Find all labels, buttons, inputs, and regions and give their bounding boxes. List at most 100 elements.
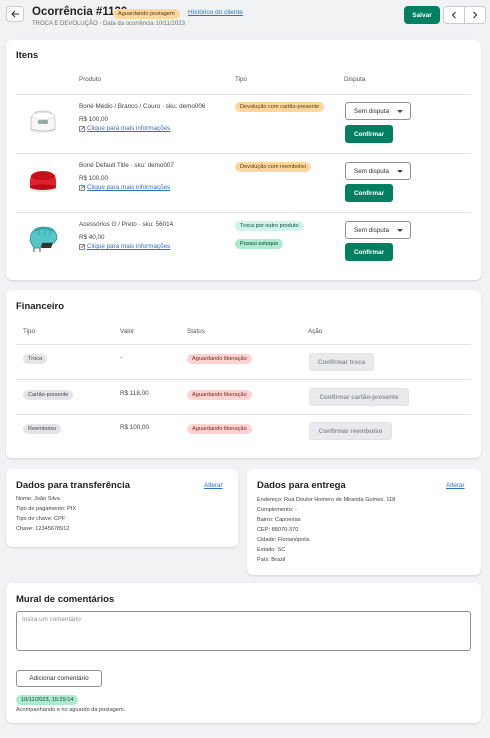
financial-card: Financeiro Tipo Valor Status Ação Troca … [6,290,481,458]
separator-dot: · [99,21,102,27]
customer-history-link[interactable]: Histórico do cliente [188,9,243,16]
divider [16,379,471,380]
type-badge: Devolução com cartão-presente [235,102,325,112]
transfer-title: Dados para transferência [16,480,131,491]
dispute-select[interactable]: Sem disputa [345,162,411,180]
column-type: Tipo [235,76,248,83]
page-header: Ocorrência #1130 Aguardando postagem His… [0,0,490,36]
comment-text: Acompanhando e no aguardo da postagem. [16,707,126,713]
items-card: Itens Produto Tipo Disputa Boné Médio / … [6,40,481,280]
transfer-line: Tipo de pagamento: PIX [16,506,77,512]
white-cap-icon [30,110,56,133]
product-price: R$ 100,00 [79,116,109,123]
column-type: Tipo [23,328,36,335]
chevron-left-icon [451,11,456,19]
transfer-line: Chave: 12345678912 [16,526,70,532]
column-status: Status [187,328,205,335]
product-name: Boné Médio / Branco / Couro · sku: demo0… [79,103,206,110]
delivery-line: CEP: 88070-370 [257,527,299,533]
occurrence-date: Data da ocorrência 10/11/2023 [103,21,185,27]
comment-input[interactable]: Insira um comentário [16,611,471,651]
financial-value: R$ 100,00 [120,424,150,431]
dispute-select-value: Sem disputa [354,107,390,115]
more-info-link[interactable]: Clique para mais informações [79,243,170,250]
chevron-down-icon [397,229,403,232]
divider [16,212,471,213]
dispute-select[interactable]: Sem disputa [345,102,411,120]
column-action: Ação [308,328,323,335]
product-name: Boné Default Title · sku: demo007 [79,162,174,169]
divider [16,94,471,95]
next-button[interactable] [464,6,486,24]
dispute-select-value: Sem disputa [354,226,390,234]
edit-transfer-link[interactable]: Alterar [204,482,223,489]
comments-card: Mural de comentários Insira um comentári… [6,583,481,723]
product-image [26,103,60,137]
product-price: R$ 100,00 [79,175,109,182]
type-badge: Troca por outro produto [235,221,304,231]
more-info-label: Clique para mais informações [87,125,171,132]
column-product: Produto [79,76,102,83]
product-image [26,221,60,255]
save-button[interactable]: Salvar [404,6,440,24]
dispute-select[interactable]: Sem disputa [345,221,411,239]
confirm-button[interactable]: Confirmar [345,125,393,143]
page-subtitle: TROCA E DEVOLUÇÃO · Data da ocorrência 1… [32,21,185,27]
confirm-button[interactable]: Confirmar [345,184,393,202]
confirm-refund-button[interactable]: Confirmar reembolso [309,422,392,440]
delivery-card: Dados para entrega Alterar Endereço: Rua… [247,469,481,575]
financial-type-badge: Reembolso [23,424,62,434]
financial-value: - [120,354,123,361]
transfer-line: Tipo de chave: CPF [16,516,66,522]
delivery-line: País: Brazil [257,557,286,563]
column-dispute: Disputa [344,76,366,83]
stock-badge: Possui estoque [235,239,284,249]
add-comment-button[interactable]: Adicionar comentário [16,670,102,687]
status-badge: Aguardando postagem [113,9,180,19]
previous-button[interactable] [443,6,465,24]
more-info-label: Clique para mais informações [87,184,171,191]
delivery-line: Cidade: Florianópolis [257,537,310,543]
delivery-line: Complemento: - [257,507,297,513]
divider [16,153,471,154]
comments-title: Mural de comentários [16,594,115,605]
chevron-right-icon [473,11,478,19]
comment-timestamp: 10/11/2023, 15:29:14 [16,695,79,705]
confirm-button[interactable]: Confirmar [345,243,393,261]
delivery-title: Dados para entrega [257,480,346,491]
items-title: Itens [16,50,39,61]
dispute-select-value: Sem disputa [354,167,390,175]
occurrence-type: TROCA E DEVOLUÇÃO [32,21,98,27]
product-name: Acessórios G / Preto · sku: 56014 [79,221,174,228]
arrow-left-icon [10,10,19,18]
back-button[interactable] [6,6,24,22]
chevron-down-icon [397,170,403,173]
delivery-line: Bairro: Capoeiras [257,517,301,523]
external-link-icon [79,125,85,132]
external-link-icon [79,184,85,191]
financial-type-badge: Troca [23,354,48,364]
chevron-down-icon [397,110,403,113]
red-cap-icon [30,171,56,192]
delivery-line: Endereço: Rua Doutor Homero de Miranda G… [257,497,396,503]
product-price: R$ 40,00 [79,234,105,241]
external-link-icon [79,243,85,250]
edit-delivery-link[interactable]: Alterar [446,482,465,489]
more-info-link[interactable]: Clique para mais informações [79,184,170,191]
product-image [26,162,60,196]
type-badge: Devolução com reembolso [235,162,312,172]
transfer-line: Nome: João Silva [16,496,60,502]
column-value: Valor [120,328,135,335]
financial-value: R$ 118,00 [120,390,149,397]
confirm-gift-card-button[interactable]: Confirmar cartão-presente [309,388,409,406]
financial-status-badge: Aguardando liberação [187,424,252,434]
divider [16,414,471,415]
delivery-line: Estado: SC [257,547,286,553]
more-info-link[interactable]: Clique para mais informações [79,125,170,132]
more-info-label: Clique para mais informações [87,243,171,250]
financial-type-badge: Cartão-presente [23,390,74,400]
financial-status-badge: Aguardando liberação [187,390,252,400]
financial-title: Financeiro [16,301,65,312]
helmet-icon [29,226,58,252]
confirm-exchange-button[interactable]: Confirmar troca [309,353,374,371]
